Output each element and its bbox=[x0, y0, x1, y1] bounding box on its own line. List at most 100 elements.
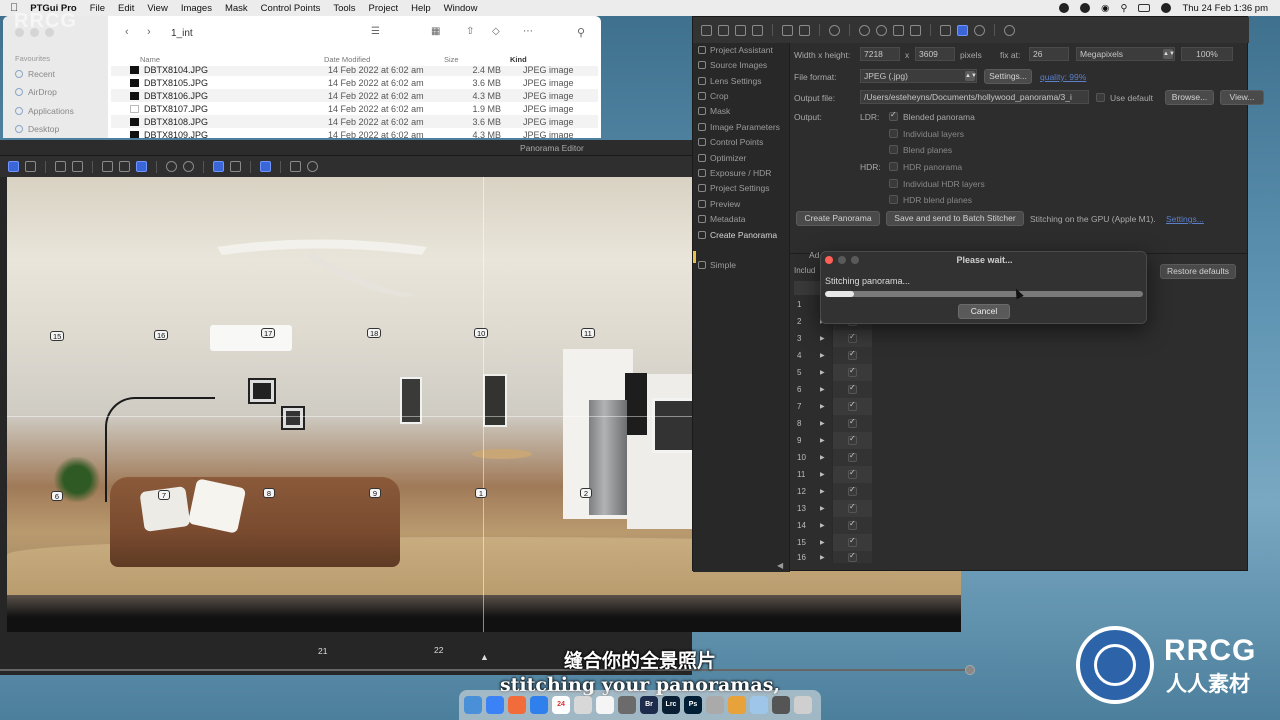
table-row[interactable]: 8 ▶ bbox=[794, 415, 874, 432]
search-icon[interactable]: ⚲ bbox=[1120, 3, 1127, 14]
table-row[interactable]: 9 ▶ bbox=[794, 432, 874, 449]
expand-icon[interactable]: ▶ bbox=[820, 437, 832, 444]
more-icon[interactable]: ⋯ bbox=[523, 26, 533, 37]
include-checkbox[interactable] bbox=[848, 519, 857, 530]
finder-search-icon[interactable]: ⚲ bbox=[577, 26, 585, 39]
sidebar-item-applications[interactable]: Applications bbox=[15, 106, 74, 116]
sidebar-item-metadata[interactable]: Metadata bbox=[698, 214, 745, 224]
expand-icon[interactable]: ▶ bbox=[820, 386, 832, 393]
menu-window[interactable]: Window bbox=[444, 3, 478, 14]
include-checkbox[interactable] bbox=[848, 551, 857, 562]
include-checkbox[interactable] bbox=[848, 485, 857, 496]
advanced-tab-label[interactable]: Ad bbox=[809, 250, 819, 260]
table-row[interactable]: 6 ▶ bbox=[794, 381, 874, 398]
browse-button[interactable]: Browse... bbox=[1165, 90, 1214, 105]
expand-icon[interactable]: ▶ bbox=[820, 335, 832, 342]
finder-icon[interactable] bbox=[464, 696, 482, 714]
sidebar-item-crop[interactable]: Crop bbox=[698, 91, 728, 101]
format-settings-button[interactable]: Settings... bbox=[984, 69, 1032, 84]
system-preferences-icon[interactable] bbox=[618, 696, 636, 714]
expand-icon[interactable]: ▶ bbox=[820, 403, 832, 410]
help-icon[interactable] bbox=[1004, 24, 1015, 36]
projection-icon[interactable] bbox=[136, 161, 147, 172]
expand-icon[interactable]: ▶ bbox=[820, 454, 832, 461]
collapse-icon[interactable]: ◀ bbox=[777, 561, 783, 570]
cursor-tool-icon[interactable] bbox=[8, 161, 19, 172]
timer-icon[interactable] bbox=[307, 161, 318, 172]
photos-icon[interactable] bbox=[596, 696, 614, 714]
expand-icon[interactable]: ▶ bbox=[820, 369, 832, 376]
open-icon[interactable] bbox=[718, 24, 729, 36]
wifi-icon[interactable]: ◉ bbox=[1101, 3, 1109, 14]
move-tool-icon[interactable] bbox=[25, 161, 36, 172]
control-point-label[interactable]: 9 bbox=[369, 488, 381, 498]
group-icon[interactable]: ▦ bbox=[431, 26, 440, 37]
grid-view-icon[interactable] bbox=[957, 24, 968, 36]
vpn-icon[interactable] bbox=[1080, 3, 1091, 13]
sidebar-item-control-points[interactable]: Control Points bbox=[698, 137, 763, 147]
include-checkbox[interactable] bbox=[848, 502, 857, 513]
table-row[interactable]: 11 ▶ bbox=[794, 466, 874, 483]
table-row[interactable]: 15 ▶ bbox=[794, 534, 874, 551]
control-point-label[interactable]: 18 bbox=[367, 328, 382, 338]
gpu-settings-link[interactable]: Settings... bbox=[1166, 214, 1204, 224]
sidebar-item-airdrop[interactable]: AirDrop bbox=[15, 87, 57, 97]
blend-planes-checkbox[interactable] bbox=[889, 145, 898, 154]
center-icon[interactable] bbox=[230, 161, 241, 172]
include-checkbox[interactable] bbox=[848, 349, 857, 360]
individual-hdr-layers-checkbox[interactable] bbox=[889, 179, 898, 188]
sidebar-item-simple[interactable]: Simple bbox=[698, 260, 736, 270]
blended-panorama-checkbox[interactable] bbox=[889, 110, 898, 121]
file-row[interactable]: DBTX8106.JPG 14 Feb 2022 at 6:02 am 4.3 MB… bbox=[111, 89, 598, 102]
include-checkbox[interactable] bbox=[848, 332, 857, 343]
sidebar-item-project-assistant[interactable]: Project Assistant bbox=[698, 45, 773, 55]
siri-icon[interactable] bbox=[1161, 3, 1172, 13]
copy-icon[interactable] bbox=[290, 161, 301, 172]
table-row[interactable]: 13 ▶ bbox=[794, 500, 874, 517]
gear-icon[interactable] bbox=[829, 24, 840, 36]
menu-project[interactable]: Project bbox=[369, 3, 399, 14]
panorama-editor-icon[interactable] bbox=[940, 24, 951, 36]
control-point-label[interactable]: 16 bbox=[154, 330, 169, 340]
zoom-field[interactable]: 100% bbox=[1181, 47, 1233, 61]
save-as-icon[interactable] bbox=[752, 24, 763, 36]
sidebar-item-create-panorama[interactable]: Create Panorama bbox=[698, 230, 777, 240]
menu-mask[interactable]: Mask bbox=[225, 3, 248, 14]
menu-file[interactable]: File bbox=[90, 3, 105, 14]
table-row[interactable]: 3 ▶ bbox=[794, 330, 874, 347]
undo-icon[interactable] bbox=[782, 24, 793, 36]
expand-icon[interactable]: ▶ bbox=[820, 488, 832, 495]
fix-at-field[interactable]: 26 bbox=[1029, 47, 1069, 61]
expand-icon[interactable]: ▶ bbox=[820, 522, 832, 529]
redo-icon[interactable] bbox=[799, 24, 810, 36]
sidebar-item-optimizer[interactable]: Optimizer bbox=[698, 153, 746, 163]
expand-icon[interactable]: ▶ bbox=[820, 539, 832, 546]
sidebar-item-lens-settings[interactable]: Lens Settings bbox=[698, 76, 762, 86]
control-point-label[interactable]: 6 bbox=[51, 491, 63, 501]
vertical-guide[interactable] bbox=[483, 177, 484, 632]
mail-icon[interactable] bbox=[486, 696, 504, 714]
menu-control-points[interactable]: Control Points bbox=[261, 3, 321, 14]
table-row[interactable]: 12 ▶ bbox=[794, 483, 874, 500]
brave-icon[interactable] bbox=[508, 696, 526, 714]
table-row[interactable]: 16 ▶ bbox=[794, 551, 874, 563]
menu-view[interactable]: View bbox=[147, 3, 167, 14]
sidebar-item-image-parameters[interactable]: Image Parameters bbox=[698, 122, 780, 132]
control-point-label[interactable]: 17 bbox=[261, 328, 276, 338]
expand-icon[interactable]: ▶ bbox=[820, 420, 832, 427]
file-row[interactable]: DBTX8109.JPG 14 Feb 2022 at 6:02 am 4.3 MB… bbox=[111, 128, 598, 138]
tag-icon[interactable]: ◇ bbox=[492, 26, 500, 37]
app-icon[interactable] bbox=[706, 696, 724, 714]
sidebar-item-preview[interactable]: Preview bbox=[698, 199, 740, 209]
view-button[interactable]: View... bbox=[1220, 90, 1264, 105]
cancel-button[interactable]: Cancel bbox=[958, 304, 1010, 319]
back-icon[interactable]: ‹ bbox=[125, 26, 129, 38]
unit-select[interactable]: Megapixels ▲▼ bbox=[1076, 47, 1175, 61]
sidebar-item-recent[interactable]: Recent bbox=[15, 69, 55, 79]
sidebar-item-desktop[interactable]: Desktop bbox=[15, 124, 59, 134]
expand-icon[interactable]: ▶ bbox=[820, 554, 832, 561]
individual-layers-checkbox[interactable] bbox=[889, 129, 898, 138]
safari-icon[interactable] bbox=[530, 696, 548, 714]
control-point-label[interactable]: 2 bbox=[580, 488, 592, 498]
pin-icon[interactable] bbox=[974, 24, 985, 36]
